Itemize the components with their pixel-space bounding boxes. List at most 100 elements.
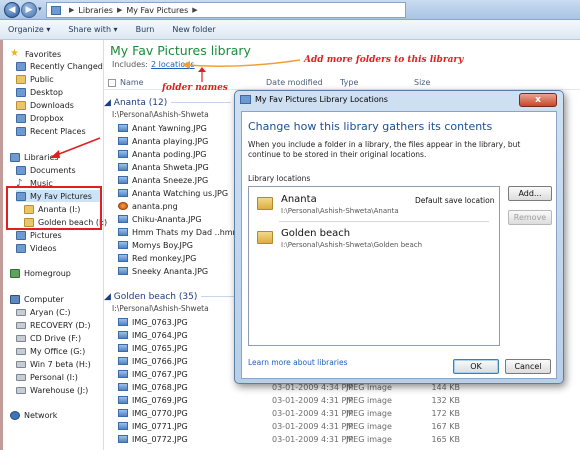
group-divider	[171, 102, 232, 103]
location-path: I:\Personal\Ashish-Shweta\Golden beach	[281, 241, 423, 249]
nav-label: Computer	[24, 294, 64, 304]
nav-network[interactable]: Network	[10, 409, 57, 421]
file-row[interactable]: IMG_0772.JPG 03-01-2009 4:31 PM JPEG image…	[118, 433, 578, 445]
arrow-left-icon: ◀	[8, 5, 16, 15]
nav-label: Win 7 beta (H:)	[30, 359, 91, 369]
nav-drive[interactable]: Aryan (C:)	[16, 306, 71, 318]
nav-desktop[interactable]: Desktop	[16, 86, 63, 98]
nav-dropbox[interactable]: Dropbox	[16, 112, 64, 124]
group-header-ananta[interactable]: ◢ Ananta (12)	[104, 98, 232, 110]
includes-label: Includes:	[112, 60, 148, 69]
ok-button[interactable]: OK	[453, 359, 499, 374]
column-size[interactable]: Size	[414, 78, 430, 87]
image-file-icon	[118, 331, 128, 339]
drive-icon	[16, 360, 26, 368]
network-icon	[10, 410, 20, 420]
drive-icon	[16, 347, 26, 355]
new-folder-button[interactable]: New folder	[172, 25, 215, 34]
file-date: 03-01-2009 4:31 PM	[272, 408, 354, 418]
file-name: IMG_0770.JPG	[132, 408, 188, 418]
dialog-footer: OK Cancel	[241, 353, 557, 381]
add-button[interactable]: Add...	[508, 186, 552, 201]
cancel-button[interactable]: Cancel	[505, 359, 551, 374]
image-file-icon	[118, 254, 128, 262]
nav-drive[interactable]: My Office (G:)	[16, 345, 85, 357]
column-type[interactable]: Type	[340, 78, 358, 87]
nav-label: Pictures	[30, 230, 62, 240]
nav-homegroup[interactable]: Homegroup	[10, 267, 71, 279]
nav-videos[interactable]: Videos	[16, 242, 57, 254]
breadcrumb-my-fav-pictures[interactable]: My Fav Pictures	[126, 6, 188, 15]
cd-drive-icon	[16, 334, 26, 342]
image-file-icon	[118, 435, 128, 443]
nav-public[interactable]: Public	[16, 73, 54, 85]
group-path: I:\Personal\Ashish-Shweta	[112, 110, 209, 119]
chevron-right-icon: ▶	[192, 6, 198, 14]
file-row[interactable]: IMG_0769.JPG 03-01-2009 4:31 PM JPEG image…	[118, 394, 578, 406]
image-file-icon	[118, 215, 128, 223]
nav-label: Homegroup	[24, 268, 71, 278]
default-save-location: Default save location	[415, 196, 495, 205]
file-type: JPEG image	[346, 395, 392, 405]
file-size: 172 KB	[431, 408, 460, 418]
image-file-icon	[118, 409, 128, 417]
file-type: JPEG image	[346, 408, 392, 418]
nav-drive[interactable]: Win 7 beta (H:)	[16, 358, 91, 370]
annotation-add-more: Add more folders to this library	[304, 55, 464, 65]
select-all-checkbox[interactable]	[108, 79, 116, 87]
nav-label: Favorites	[25, 49, 62, 59]
file-name: IMG_0771.JPG	[132, 421, 188, 431]
divider	[279, 221, 489, 222]
nav-favorites[interactable]: ★ Favorites	[10, 48, 61, 60]
group-title: Ananta (12)	[113, 98, 168, 108]
window-edge	[0, 40, 3, 450]
command-toolbar: Organize ▾ Share with ▾ Burn New folder	[0, 20, 580, 40]
dropbox-icon	[16, 113, 26, 123]
group-path: I:\Personal\Ashish-Shweta	[112, 304, 209, 313]
file-row[interactable]: IMG_0770.JPG 03-01-2009 4:31 PM JPEG image…	[118, 407, 578, 419]
dialog-heading: Change how this library gathers its cont…	[248, 120, 493, 133]
library-locations-dialog: My Fav Pictures Library Locations x Chan…	[234, 90, 564, 384]
location-item[interactable]: Golden beach I:\Personal\Ashish-Shweta\G…	[249, 225, 499, 253]
breadcrumb-libraries[interactable]: Libraries	[78, 6, 113, 15]
downloads-icon	[16, 100, 26, 110]
image-file-icon	[118, 396, 128, 404]
library-title: My Fav Pictures library	[110, 43, 251, 58]
dialog-title: My Fav Pictures Library Locations	[255, 95, 388, 104]
drive-icon	[16, 386, 26, 394]
organize-button[interactable]: Organize ▾	[8, 25, 50, 34]
nav-drive[interactable]: Warehouse (J:)	[16, 384, 88, 396]
nav-label: CD Drive (F:)	[30, 333, 82, 343]
nav-label: My Office (G:)	[30, 346, 86, 356]
dialog-titlebar[interactable]: My Fav Pictures Library Locations x	[235, 91, 563, 109]
nav-pictures[interactable]: Pictures	[16, 229, 62, 241]
nav-downloads[interactable]: Downloads	[16, 99, 74, 111]
location-item[interactable]: Ananta I:\Personal\Ashish-Shweta\Ananta …	[249, 191, 499, 219]
file-date: 03-01-2009 4:31 PM	[272, 434, 354, 444]
column-date[interactable]: Date modified	[266, 78, 323, 87]
chevron-down-icon[interactable]: ▾	[38, 5, 42, 13]
nav-drive[interactable]: Personal (I:)	[16, 371, 78, 383]
forward-button[interactable]: ▶	[21, 2, 37, 18]
documents-icon	[16, 165, 26, 175]
image-file-icon	[118, 163, 128, 171]
drive-icon	[16, 308, 26, 316]
address-input[interactable]: ▶ Libraries ▶ My Fav Pictures ▶	[46, 2, 406, 18]
nav-computer[interactable]: Computer	[10, 293, 64, 305]
nav-recently-changed[interactable]: Recently Changed	[16, 60, 103, 72]
nav-label: Dropbox	[30, 113, 64, 123]
remove-button[interactable]: Remove	[508, 210, 552, 225]
nav-documents[interactable]: Documents	[16, 164, 76, 176]
drive-icon	[16, 373, 26, 381]
back-button[interactable]: ◀	[4, 2, 20, 18]
nav-drive[interactable]: CD Drive (F:)	[16, 332, 81, 344]
nav-drive[interactable]: RECOVERY (D:)	[16, 319, 90, 331]
share-with-button[interactable]: Share with ▾	[68, 25, 117, 34]
column-name[interactable]: Name	[120, 78, 144, 87]
image-file-icon	[118, 267, 128, 275]
image-file-icon	[118, 150, 128, 158]
close-button[interactable]: x	[519, 93, 557, 107]
file-row[interactable]: IMG_0771.JPG 03-01-2009 4:31 PM JPEG image…	[118, 420, 578, 432]
nav-label: Videos	[30, 243, 57, 253]
burn-button[interactable]: Burn	[136, 25, 155, 34]
